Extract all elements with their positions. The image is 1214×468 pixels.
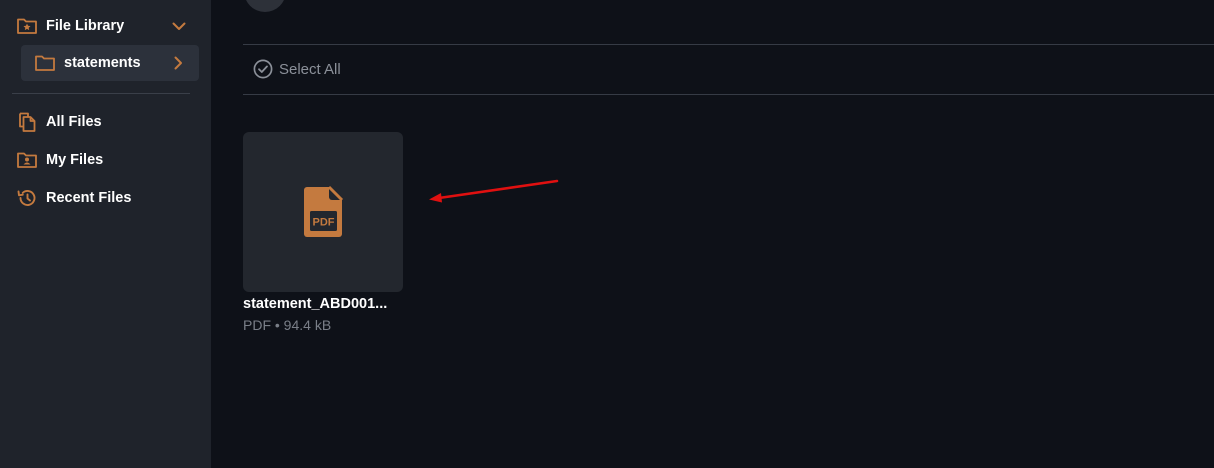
sidebar-divider — [12, 93, 190, 94]
check-circle-icon — [253, 59, 273, 79]
sidebar-item-statements[interactable]: statements — [21, 45, 199, 81]
annotation-arrow — [429, 179, 559, 203]
circle-button[interactable] — [244, 0, 286, 12]
sidebar-item-my-files[interactable]: My Files — [16, 148, 103, 172]
sidebar-item-label: Recent Files — [46, 190, 132, 206]
starred-folder-icon — [16, 15, 38, 37]
main-content: Select All PDF statement_ABD001... PDF •… — [211, 0, 1214, 468]
sidebar-item-recent-files[interactable]: Recent Files — [16, 186, 131, 210]
chevron-down-icon[interactable] — [170, 17, 188, 35]
select-all-label: Select All — [279, 60, 341, 78]
history-icon — [16, 187, 38, 209]
pdf-icon-label: PDF — [313, 217, 335, 229]
sidebar-item-label: statements — [64, 55, 141, 71]
file-meta: PDF • 94.4 kB — [243, 317, 332, 333]
sidebar-item-all-files[interactable]: All Files — [16, 110, 102, 134]
sidebar-item-label: My Files — [46, 152, 104, 168]
toolbar-divider-bottom — [243, 94, 1214, 95]
files-copy-icon — [16, 111, 38, 133]
folder-icon — [34, 52, 56, 74]
file-card[interactable]: PDF — [243, 132, 403, 292]
file-library-header[interactable]: File Library — [16, 14, 188, 38]
toolbar-divider-top — [243, 44, 1214, 45]
file-library-label: File Library — [46, 18, 125, 34]
pdf-file-icon: PDF — [304, 185, 344, 237]
sidebar-item-label: All Files — [46, 114, 102, 130]
select-all-button[interactable]: Select All — [253, 59, 341, 79]
sidebar: File Library statements All Files My Fil… — [0, 0, 211, 468]
file-name[interactable]: statement_ABD001... — [243, 296, 413, 312]
user-folder-icon — [16, 149, 38, 171]
chevron-right-icon[interactable] — [169, 54, 187, 72]
